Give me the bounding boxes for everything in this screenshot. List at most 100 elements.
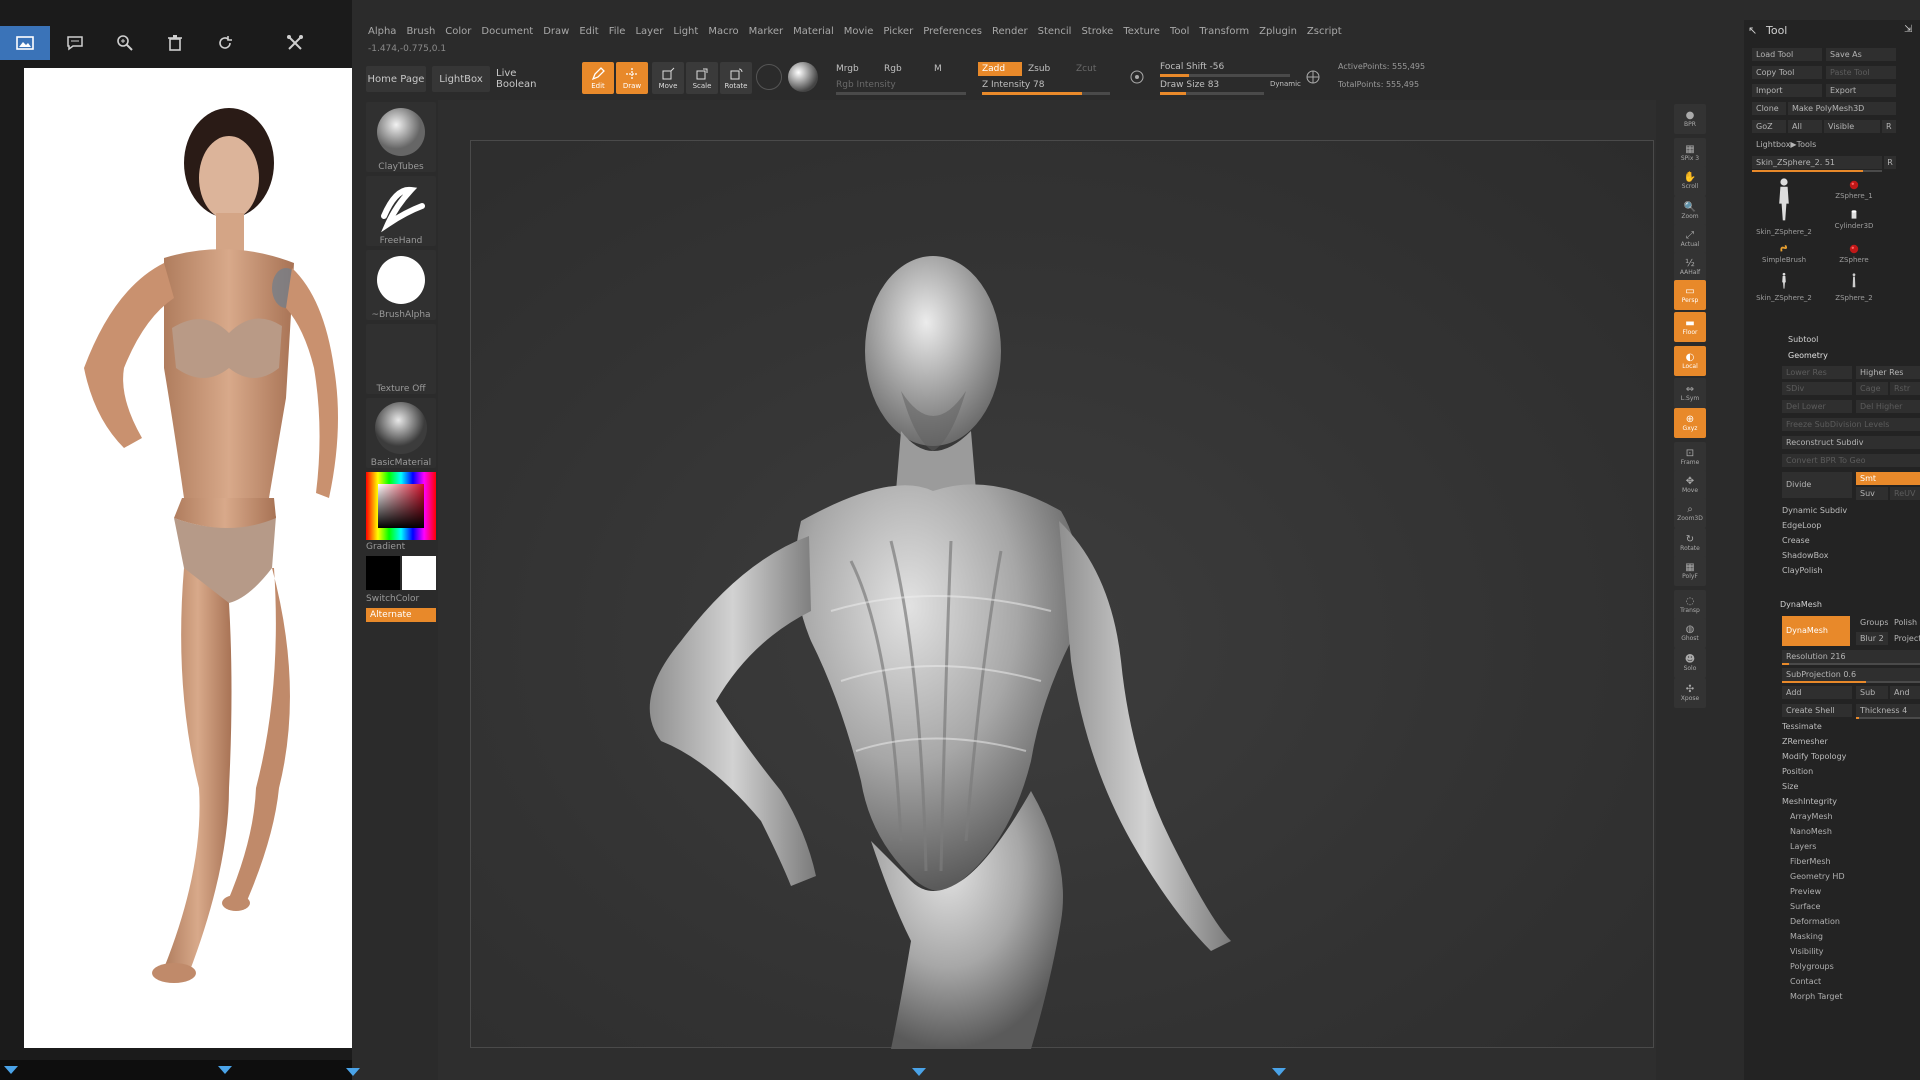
sdiv-slider[interactable]: SDiv (1782, 382, 1852, 395)
freeze-subdiv-button[interactable]: Freeze SubDivision Levels (1782, 418, 1920, 431)
goz-r-button[interactable]: R (1882, 120, 1896, 133)
tool-section-item[interactable]: ShadowBox (1782, 551, 1828, 560)
switchcolor-label[interactable]: SwitchColor (366, 594, 436, 604)
tool-section-item[interactable]: Surface (1790, 902, 1820, 911)
clone-button[interactable]: Clone (1752, 102, 1786, 115)
spix-button[interactable]: ▦ SPix 3 (1674, 138, 1706, 168)
sculpt-model[interactable] (471, 141, 1655, 1049)
tool-section-item[interactable]: Tessimate (1782, 722, 1822, 731)
focal-shift-slider[interactable] (1160, 74, 1290, 77)
zsub-toggle[interactable]: Zsub (1028, 64, 1050, 74)
live-boolean-button[interactable]: Live Boolean (496, 66, 558, 92)
color-picker[interactable] (366, 472, 436, 540)
cage-button[interactable]: Cage (1856, 382, 1888, 395)
tool-section-item[interactable]: ArrayMesh (1790, 812, 1833, 821)
polish-toggle[interactable]: Polish (1890, 616, 1920, 629)
tool-section-item[interactable]: Morph Target (1790, 992, 1843, 1001)
alternate-button[interactable]: Alternate (366, 608, 436, 622)
import-button[interactable]: Import (1752, 84, 1822, 97)
edit-mode-button[interactable]: Edit (582, 62, 614, 94)
tool-section-item[interactable]: Size (1782, 782, 1798, 791)
symmetry-icon[interactable] (1124, 64, 1150, 90)
tool-thumbnail[interactable]: ZSphere (1822, 240, 1886, 264)
tool-thumbnail[interactable]: ZSphere_2 (1822, 272, 1886, 302)
del-higher-button[interactable]: Del Higher (1856, 400, 1920, 413)
tool-section-item[interactable]: Masking (1790, 932, 1823, 941)
geometry-section[interactable]: Geometry (1788, 351, 1828, 360)
menu-item[interactable]: Alpha (368, 26, 396, 42)
menu-item[interactable]: Movie (844, 26, 874, 42)
tool-section-item[interactable]: Dynamic Subdiv (1782, 506, 1847, 515)
aahalf-button[interactable]: ½ AAHalf (1674, 252, 1706, 282)
goz-all-button[interactable]: All (1788, 120, 1822, 133)
draw-size-slider[interactable] (1160, 92, 1264, 95)
menu-item[interactable]: Texture (1123, 26, 1160, 42)
lightbox-button[interactable]: LightBox (432, 66, 490, 92)
actual-button[interactable]: ⤢ Actual (1674, 224, 1706, 254)
dynamesh-section[interactable]: DynaMesh (1780, 600, 1822, 609)
reuv-button[interactable]: ReUV (1890, 487, 1920, 500)
current-tool-slider[interactable]: Skin_ZSphere_2. 51 (1752, 156, 1882, 169)
reconstruct-subdiv-button[interactable]: Reconstruct Subdiv (1782, 436, 1920, 449)
ghost-button[interactable]: ◍ Ghost (1674, 618, 1706, 648)
menu-item[interactable]: Stroke (1081, 26, 1113, 42)
rotate-icon[interactable] (200, 26, 250, 60)
polyframe-icon[interactable] (1300, 64, 1326, 90)
tool-section-item[interactable]: ClayPolish (1782, 566, 1823, 575)
transp-button[interactable]: ◌ Transp (1674, 590, 1706, 620)
xpose-button[interactable]: ✣ Xpose (1674, 678, 1706, 708)
zcut-toggle[interactable]: Zcut (1076, 64, 1096, 74)
tool-section-item[interactable]: Contact (1790, 977, 1821, 986)
tool-section-item[interactable]: Visibility (1790, 947, 1824, 956)
tool-thumbnail[interactable]: Cylinder3D (1822, 206, 1886, 230)
home-page-button[interactable]: Home Page (366, 66, 426, 92)
tool-section-item[interactable]: Position (1782, 767, 1813, 776)
rotate-mode-button[interactable]: Rotate (720, 62, 752, 94)
lsym-button[interactable]: ⇔ L.Sym (1674, 378, 1706, 408)
polyf-button[interactable]: ▦ PolyF (1674, 556, 1706, 586)
make-polymesh-button[interactable]: Make PolyMesh3D (1788, 102, 1896, 115)
trash-icon[interactable] (150, 26, 200, 60)
material-sphere-icon[interactable] (756, 64, 782, 90)
palette-dock-icon[interactable]: ⇲ (1904, 24, 1912, 35)
tool-section-item[interactable]: NanoMesh (1790, 827, 1832, 836)
resolution-slider[interactable]: Resolution 216 (1782, 650, 1920, 663)
z-intensity-slider[interactable] (982, 92, 1110, 95)
tool-section-item[interactable]: Deformation (1790, 917, 1840, 926)
save-as-button[interactable]: Save As (1826, 48, 1896, 61)
rstr-button[interactable]: Rstr (1890, 382, 1920, 395)
zoom-button[interactable]: 🔍 Zoom (1674, 196, 1706, 226)
menu-item[interactable]: Preferences (923, 26, 982, 42)
color-sphere-icon[interactable] (788, 62, 818, 92)
blur-slider[interactable]: Blur 2 (1856, 632, 1888, 645)
collapse-arrow-icon[interactable] (4, 1066, 18, 1074)
divide-button[interactable]: Divide (1782, 472, 1852, 498)
draw-mode-button[interactable]: Draw (616, 62, 648, 94)
local-button[interactable]: ◐ Local (1674, 346, 1706, 376)
menu-item[interactable]: Picker (883, 26, 913, 42)
export-button[interactable]: Export (1826, 84, 1896, 97)
frame-button[interactable]: ⊡ Frame (1674, 442, 1706, 472)
dynamesh-button[interactable]: DynaMesh (1782, 616, 1850, 646)
move-mode-button[interactable]: Move (652, 62, 684, 94)
menu-item[interactable]: Zscript (1307, 26, 1342, 42)
menu-item[interactable]: Light (673, 26, 698, 42)
m-toggle[interactable]: M (934, 64, 942, 74)
load-tool-button[interactable]: Load Tool (1752, 48, 1822, 61)
menu-item[interactable]: Marker (749, 26, 784, 42)
primary-color-swatch[interactable] (366, 556, 400, 590)
menu-item[interactable]: Color (445, 26, 471, 42)
scale-mode-button[interactable]: Scale (686, 62, 718, 94)
move-button[interactable]: ✥ Move (1674, 470, 1706, 500)
add-button[interactable]: Add (1782, 686, 1852, 699)
sub-button[interactable]: Sub (1856, 686, 1888, 699)
convert-bpr-button[interactable]: Convert BPR To Geo (1782, 454, 1920, 467)
rgb-intensity-slider[interactable] (836, 92, 966, 95)
image-view-icon[interactable] (0, 26, 50, 60)
zoom3d-button[interactable]: ⌕ Zoom3D (1674, 498, 1706, 528)
menu-item[interactable]: Render (992, 26, 1028, 42)
smt-toggle[interactable]: Smt (1856, 472, 1920, 485)
subprojection-slider[interactable]: SubProjection 0.6 (1782, 668, 1920, 681)
tool-section-item[interactable]: Modify Topology (1782, 752, 1846, 761)
lightbox-tools-button[interactable]: Lightbox▶Tools (1752, 138, 1896, 151)
